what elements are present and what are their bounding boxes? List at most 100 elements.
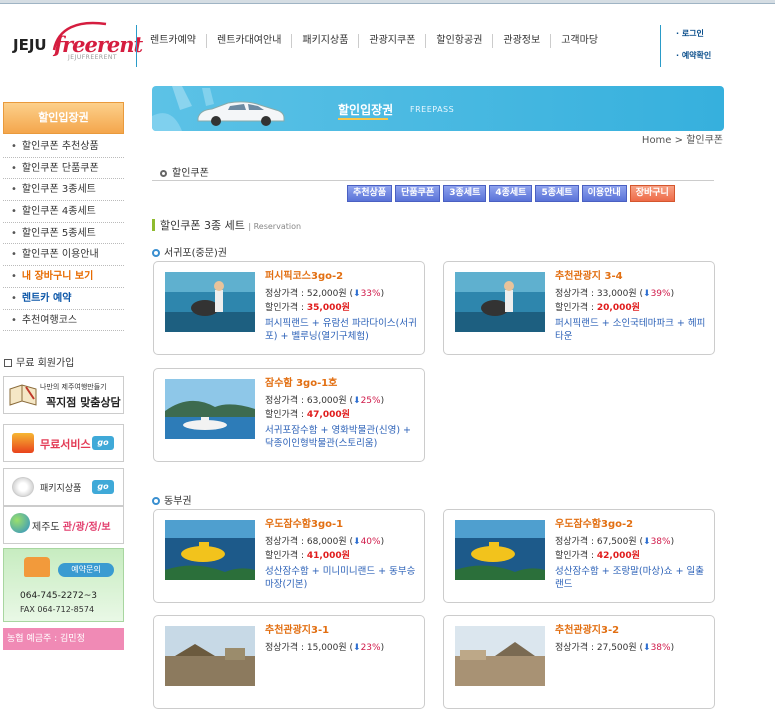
bullet-icon: • [11, 206, 17, 218]
product-name[interactable]: 추천관광지 3-4 [555, 267, 623, 282]
sidebar-item[interactable]: • 할인쿠폰 단품쿠폰 [3, 158, 124, 180]
sidebar-item[interactable]: • 내 장바구니 보기 [3, 266, 124, 288]
bullet-icon: • [11, 227, 17, 239]
nav-rentcar-guide[interactable]: 렌트카대여안내 [207, 34, 293, 48]
product-card[interactable]: 퍼시픽코스3go-2 정상가격 : 52,000원 (⬇33%) 할인가격 : 35… [153, 261, 425, 355]
tour-info-label: 제주도 관/광/정/보 [32, 518, 111, 533]
regular-price-value: 67,500원 [596, 537, 637, 547]
title-bar-icon [152, 219, 155, 231]
sidebar-item[interactable]: • 할인쿠폰 추천상품 [3, 136, 124, 158]
package-label: 패키지상품 [40, 484, 82, 494]
discount-price: 할인가격 : 47,000원 [265, 407, 350, 420]
fax-number: FAX 064-712-8574 [20, 605, 95, 614]
member-join-link[interactable]: 무료 회원가입 [4, 354, 74, 369]
product-card[interactable]: 추천관광지3-1 정상가격 : 15,000원 (⬇23%) [153, 615, 425, 709]
nav-tour-info[interactable]: 관광정보 [493, 34, 552, 48]
book-icon [9, 384, 37, 406]
nav-customer[interactable]: 고객마당 [551, 34, 608, 48]
tab-cart[interactable]: 장바구니 [629, 185, 675, 202]
regular-price-label: 정상가격 : [265, 396, 307, 406]
product-thumbnail[interactable] [165, 272, 255, 332]
go-button[interactable]: go [92, 436, 114, 450]
login-link[interactable]: · 로그인 [676, 28, 711, 39]
discount-price: 할인가격 : 41,000원 [265, 548, 350, 561]
sidebar-item[interactable]: • 할인쿠폰 4종세트 [3, 201, 124, 223]
reservation-check-link[interactable]: · 예약확인 [676, 50, 711, 61]
regular-price: 정상가격 : 67,500원 (⬇38%) [555, 537, 675, 547]
go-button[interactable]: go [92, 480, 114, 494]
page-title-text: 할인쿠폰 3종 세트 [160, 219, 245, 232]
tab-recommended[interactable]: 추천상품 [347, 185, 393, 202]
custom-consult-banner[interactable]: 나만의 제주여행만들기 꼭지점 맞춤상담 [3, 376, 124, 414]
tab-usage-guide[interactable]: 이용안내 [581, 185, 627, 202]
nav-airfare[interactable]: 할인항공권 [426, 34, 494, 48]
region-seogwipo: 서귀포(중문)권 [152, 244, 227, 259]
custom-consult-subtitle: 나만의 제주여행만들기 [40, 383, 107, 391]
package-banner[interactable]: 패키지상품 go [3, 468, 124, 506]
tour-info-banner[interactable]: 제주도 관/광/정/보 [3, 506, 124, 544]
sidebar-item-label: 추천여행코스 [21, 314, 78, 326]
sidebar-item[interactable]: • 추천여행코스 [3, 310, 124, 332]
discount-percent: 40% [360, 537, 381, 547]
regular-price-value: 63,000원 [306, 396, 347, 406]
free-service-label: 무료서비스 [40, 438, 91, 451]
tab-single[interactable]: 단품쿠폰 [395, 185, 441, 202]
product-name[interactable]: 우도잠수함3go-1 [265, 515, 343, 530]
down-arrow-icon: ⬇ [353, 289, 361, 299]
discount-price: 할인가격 : 20,000원 [555, 300, 640, 313]
product-thumbnail[interactable] [455, 520, 545, 580]
free-service-banner[interactable]: 무료서비스 go [3, 424, 124, 462]
product-thumbnail[interactable] [165, 379, 255, 439]
product-thumbnail[interactable] [455, 626, 545, 686]
tab-set-3[interactable]: 3종세트 [443, 185, 487, 202]
product-thumbnail[interactable] [455, 272, 545, 332]
breadcrumb[interactable]: Home > 할인쿠폰 [642, 131, 723, 146]
sidebar-item[interactable]: • 할인쿠폰 5종세트 [3, 223, 124, 245]
product-name[interactable]: 우도잠수함3go-2 [555, 515, 633, 530]
product-name[interactable]: 퍼시픽코스3go-2 [265, 267, 343, 282]
product-card[interactable]: 추천관광지3-2 정상가격 : 27,500원 (⬇38%) [443, 615, 715, 709]
section-title-text: 할인쿠폰 [172, 168, 209, 179]
product-name[interactable]: 잠수함 3go-1호 [265, 374, 337, 389]
nav-rentcar-reservation[interactable]: 렌트카예약 [140, 34, 207, 48]
regular-price-label: 정상가격 : [555, 643, 597, 653]
sidebar-item[interactable]: • 할인쿠폰 이용안내 [3, 244, 124, 267]
discount-percent: 25% [360, 396, 381, 406]
reservation-inquiry-box: 예약문의 064-745-2272~3 FAX 064-712-8574 [3, 548, 124, 622]
sidebar-item-label: 할인쿠폰 3종세트 [21, 184, 96, 196]
banner-subtitle: FREEPASS [410, 105, 455, 114]
discount-price-value: 47,000원 [306, 410, 350, 420]
product-name[interactable]: 추천관광지3-2 [555, 621, 619, 636]
regular-price-label: 정상가격 : [555, 537, 597, 547]
product-thumbnail[interactable] [165, 520, 255, 580]
product-name[interactable]: 추천관광지3-1 [265, 621, 329, 636]
site-logo[interactable]: JEJU freerent JEJUFREERENT [6, 16, 143, 72]
sidebar-item-label: 내 장바구니 보기 [21, 271, 94, 283]
regular-price: 정상가격 : 52,000원 (⬇33%) [265, 289, 385, 299]
nav-package[interactable]: 패키지상품 [292, 34, 360, 48]
product-thumbnail[interactable] [165, 626, 255, 686]
sidebar-menu: • 할인쿠폰 추천상품 • 할인쿠폰 단품쿠폰 • 할인쿠폰 3종세트 • 할인쿠폰 4종세트… [3, 136, 124, 332]
sidebar-item-label: 할인쿠폰 이용안내 [21, 249, 99, 261]
member-icon [4, 359, 12, 367]
product-card[interactable]: 잠수함 3go-1호 정상가격 : 63,000원 (⬇25%) 할인가격 : 47… [153, 368, 425, 462]
sidebar-item[interactable]: • 렌트카 예약 [3, 288, 124, 310]
sidebar-item[interactable]: • 할인쿠폰 3종세트 [3, 179, 124, 202]
product-description: 서귀포잠수함 + 영화박물관(신영) + 닥종이인형박물관(스토리움) [265, 425, 412, 449]
discount-price: 할인가격 : 42,000원 [555, 548, 640, 561]
sidebar-header: 할인입장권 [3, 102, 124, 134]
product-card[interactable]: 우도잠수함3go-1 정상가격 : 68,000원 (⬇40%) 할인가격 : 41… [153, 509, 425, 603]
region-bullet-icon [152, 497, 160, 505]
discount-percent: 33% [360, 289, 381, 299]
regular-price-label: 정상가격 : [265, 289, 307, 299]
product-description: 성산잠수함 + 조랑말(마상)쇼 + 일출랜드 [555, 566, 705, 590]
member-join-label: 무료 회원가입 [16, 358, 75, 369]
regular-price: 정상가격 : 27,500원 (⬇38%) [555, 643, 675, 653]
product-card[interactable]: 추천관광지 3-4 정상가격 : 33,000원 (⬇39%) 할인가격 : 20,… [443, 261, 715, 355]
product-card[interactable]: 우도잠수함3go-2 정상가격 : 67,500원 (⬇38%) 할인가격 : 42… [443, 509, 715, 603]
sidebar-item-label: 할인쿠폰 5종세트 [21, 227, 96, 239]
nav-tour-coupon[interactable]: 관광지쿠폰 [359, 34, 427, 48]
tab-set-4[interactable]: 4종세트 [489, 185, 533, 202]
tab-set-5[interactable]: 5종세트 [535, 185, 579, 202]
discount-price-value: 35,000원 [306, 303, 350, 313]
